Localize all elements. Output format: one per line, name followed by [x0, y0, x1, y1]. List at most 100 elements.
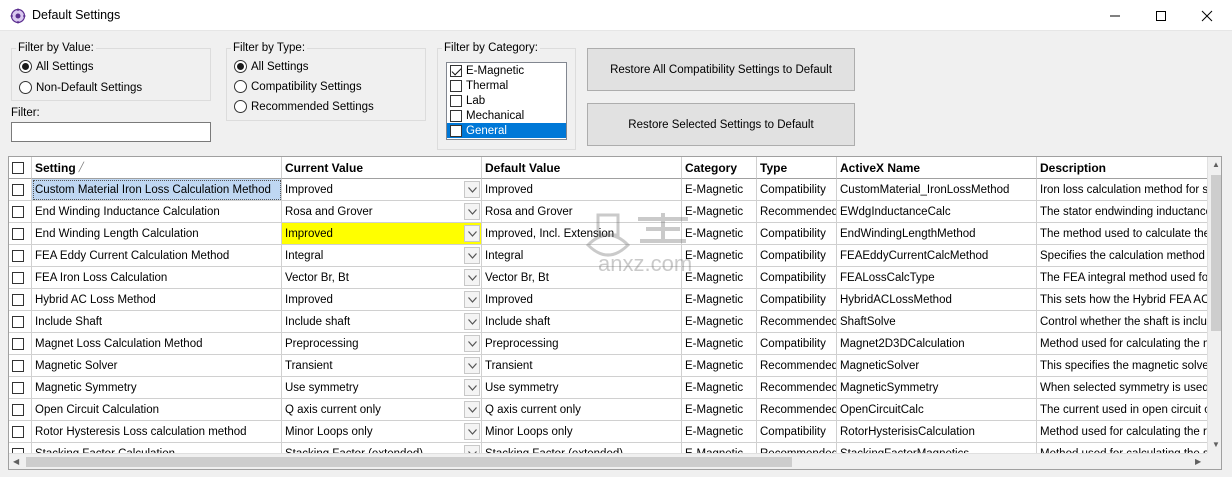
current-value-dropdown[interactable]: Preprocessing	[282, 333, 482, 355]
row-select-cell[interactable]	[9, 179, 32, 201]
setting-name-cell[interactable]: End Winding Length Calculation	[32, 223, 282, 245]
table-row[interactable]: End Winding Length Calculation Improved Im…	[9, 223, 1207, 245]
column-header-type[interactable]: Type	[757, 157, 837, 179]
table-row[interactable]: Custom Material Iron Loss Calculation Me…	[9, 179, 1207, 201]
dropdown-button[interactable]	[464, 423, 480, 440]
table-row[interactable]: End Winding Inductance Calculation Rosa a…	[9, 201, 1207, 223]
row-checkbox[interactable]	[12, 205, 24, 218]
table-row[interactable]: FEA Eddy Current Calculation Method Integ…	[9, 245, 1207, 267]
category-item-thermal[interactable]: Thermal	[447, 78, 566, 93]
close-button[interactable]	[1184, 0, 1230, 31]
radio-value-all[interactable]: All Settings	[19, 60, 94, 73]
scroll-right-icon[interactable]: ▶	[1195, 457, 1201, 466]
scroll-down-icon[interactable]: ▼	[1212, 440, 1220, 449]
row-select-cell[interactable]	[9, 377, 32, 399]
restore-all-button[interactable]: Restore All Compatibility Settings to De…	[587, 48, 855, 91]
row-checkbox[interactable]	[12, 337, 24, 350]
row-checkbox[interactable]	[12, 249, 24, 262]
current-value-dropdown[interactable]: Improved	[282, 179, 482, 201]
scroll-up-icon[interactable]: ▲	[1212, 160, 1220, 169]
select-all-cell[interactable]	[9, 157, 32, 179]
vertical-scrollbar[interactable]: ▲ ▼	[1207, 157, 1221, 453]
table-row[interactable]: Hybrid AC Loss Method Improved Improved E-M…	[9, 289, 1207, 311]
row-select-cell[interactable]	[9, 355, 32, 377]
setting-name-cell[interactable]: FEA Eddy Current Calculation Method	[32, 245, 282, 267]
horizontal-scrollbar[interactable]: ◀ ▶	[9, 453, 1207, 469]
dropdown-button[interactable]	[464, 335, 480, 352]
row-select-cell[interactable]	[9, 443, 32, 453]
column-header-category[interactable]: Category	[682, 157, 757, 179]
setting-name-cell[interactable]: End Winding Inductance Calculation	[32, 201, 282, 223]
current-value-dropdown[interactable]: Q axis current only	[282, 399, 482, 421]
row-checkbox[interactable]	[12, 403, 24, 416]
dropdown-button[interactable]	[464, 445, 480, 453]
row-select-cell[interactable]	[9, 245, 32, 267]
restore-selected-button[interactable]: Restore Selected Settings to Default	[587, 103, 855, 146]
setting-name-cell[interactable]: Hybrid AC Loss Method	[32, 289, 282, 311]
maximize-button[interactable]	[1138, 0, 1184, 31]
column-header-activex-name[interactable]: ActiveX Name	[837, 157, 1037, 179]
current-value-dropdown[interactable]: Vector Br, Bt	[282, 267, 482, 289]
setting-name-cell[interactable]: Rotor Hysteresis Loss calculation method	[32, 421, 282, 443]
row-select-cell[interactable]	[9, 421, 32, 443]
dropdown-button[interactable]	[464, 225, 480, 242]
setting-name-cell[interactable]: Magnetic Solver	[32, 355, 282, 377]
row-select-cell[interactable]	[9, 289, 32, 311]
scroll-left-icon[interactable]: ◀	[13, 457, 19, 466]
current-value-dropdown[interactable]: Minor Loops only	[282, 421, 482, 443]
setting-name-cell[interactable]: Magnetic Symmetry	[32, 377, 282, 399]
current-value-dropdown[interactable]: Improved	[282, 223, 482, 245]
row-select-cell[interactable]	[9, 267, 32, 289]
row-checkbox[interactable]	[12, 227, 24, 240]
row-checkbox[interactable]	[12, 183, 24, 196]
select-all-checkbox[interactable]	[12, 161, 24, 174]
row-checkbox[interactable]	[12, 381, 24, 394]
category-item-lab[interactable]: Lab	[447, 93, 566, 108]
row-select-cell[interactable]	[9, 311, 32, 333]
horizontal-scroll-thumb[interactable]	[26, 457, 792, 467]
setting-name-cell[interactable]: Custom Material Iron Loss Calculation Me…	[32, 179, 282, 201]
vertical-scroll-thumb[interactable]	[1211, 175, 1221, 331]
dropdown-button[interactable]	[464, 203, 480, 220]
dropdown-button[interactable]	[464, 291, 480, 308]
dropdown-button[interactable]	[464, 401, 480, 418]
current-value-dropdown[interactable]: Use symmetry	[282, 377, 482, 399]
row-checkbox[interactable]	[12, 315, 24, 328]
filter-input[interactable]	[11, 122, 211, 142]
row-checkbox[interactable]	[12, 359, 24, 372]
row-checkbox[interactable]	[12, 293, 24, 306]
dropdown-button[interactable]	[464, 357, 480, 374]
current-value-dropdown[interactable]: Improved	[282, 289, 482, 311]
table-row[interactable]: FEA Iron Loss Calculation Vector Br, Bt Ve…	[9, 267, 1207, 289]
setting-name-cell[interactable]: Stacking Factor Calculation	[32, 443, 282, 453]
dropdown-button[interactable]	[464, 313, 480, 330]
radio-value-non-default[interactable]: Non-Default Settings	[19, 81, 142, 94]
row-select-cell[interactable]	[9, 399, 32, 421]
table-row[interactable]: Open Circuit Calculation Q axis current o…	[9, 399, 1207, 421]
column-header-current-value[interactable]: Current Value	[282, 157, 482, 179]
row-select-cell[interactable]	[9, 333, 32, 355]
table-row[interactable]: Magnetic Solver Transient Transient E-Magne…	[9, 355, 1207, 377]
setting-name-cell[interactable]: Open Circuit Calculation	[32, 399, 282, 421]
setting-name-cell[interactable]: Magnet Loss Calculation Method	[32, 333, 282, 355]
radio-type-recommended[interactable]: Recommended Settings	[234, 100, 374, 113]
table-row[interactable]: Include Shaft Include shaft Include shaft E…	[9, 311, 1207, 333]
category-item-mechanical[interactable]: Mechanical	[447, 108, 566, 123]
current-value-dropdown[interactable]: Transient	[282, 355, 482, 377]
category-item-general[interactable]: General	[447, 123, 566, 138]
table-row[interactable]: Magnetic Symmetry Use symmetry Use symmetr…	[9, 377, 1207, 399]
dropdown-button[interactable]	[464, 247, 480, 264]
radio-type-compatibility[interactable]: Compatibility Settings	[234, 80, 362, 93]
table-row[interactable]: Stacking Factor CalculationStacking Fact…	[9, 443, 1207, 453]
row-checkbox[interactable]	[12, 425, 24, 438]
dropdown-button[interactable]	[464, 269, 480, 286]
row-select-cell[interactable]	[9, 223, 32, 245]
current-value-dropdown[interactable]: Include shaft	[282, 311, 482, 333]
setting-name-cell[interactable]: FEA Iron Loss Calculation	[32, 267, 282, 289]
current-value-dropdown[interactable]: Integral	[282, 245, 482, 267]
dropdown-button[interactable]	[464, 181, 480, 198]
dropdown-button[interactable]	[464, 379, 480, 396]
column-header-setting[interactable]: Setting ╱	[32, 157, 282, 179]
category-item-e-magnetic[interactable]: E-Magnetic	[447, 63, 566, 78]
column-header-default-value[interactable]: Default Value	[482, 157, 682, 179]
